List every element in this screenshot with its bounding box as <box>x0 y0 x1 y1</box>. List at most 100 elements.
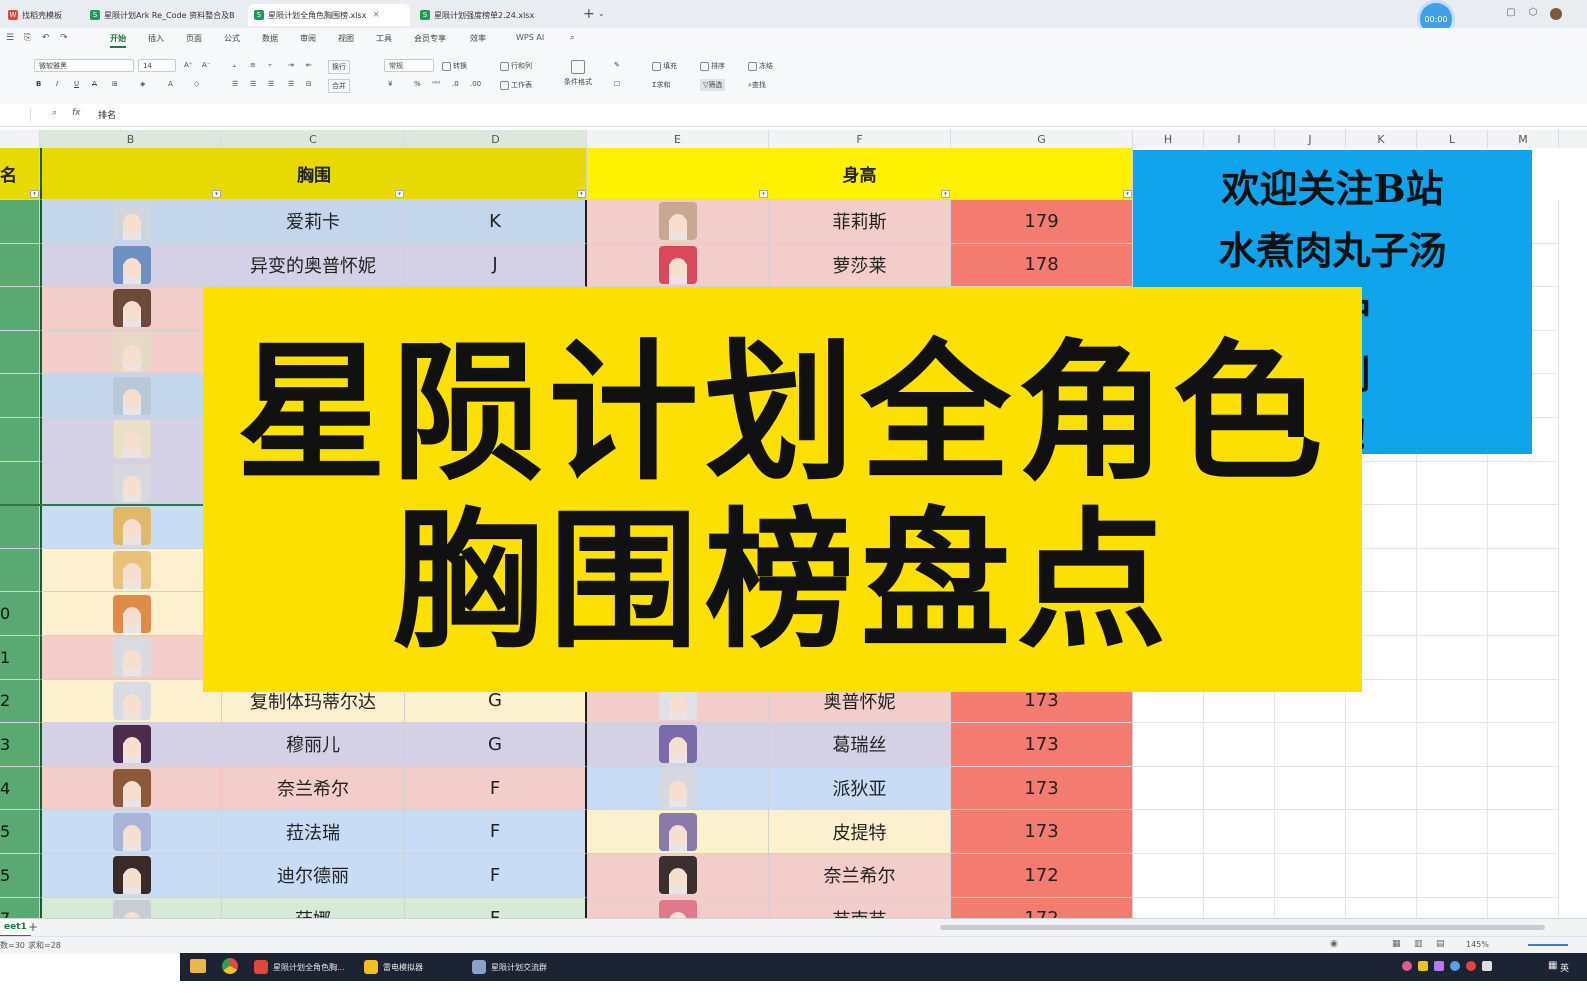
rank-cell[interactable] <box>0 243 40 288</box>
height-name-cell[interactable]: 派狄亚 <box>769 766 951 811</box>
wps-ai-button[interactable]: WPS AI <box>516 33 544 42</box>
rank-cell[interactable]: 4 <box>0 766 40 811</box>
file-icon[interactable]: ☰ <box>6 33 14 43</box>
tab-strength-ranking[interactable]: S 星陨计划强度榜单2.24.xlsx <box>414 4 574 26</box>
bust-name-cell[interactable]: 穆丽儿 <box>222 723 405 767</box>
bust-avatar-cell[interactable] <box>40 461 222 506</box>
filter-dropdown-icon[interactable]: ▾ <box>759 190 768 198</box>
height-avatar-cell[interactable] <box>587 766 769 811</box>
bust-avatar-cell[interactable] <box>40 897 222 918</box>
taskbar-emulator[interactable]: 雷电模拟器 <box>364 957 423 977</box>
find-button[interactable]: ⌕ 查找 <box>748 80 766 90</box>
rank-cell[interactable]: 0 <box>0 592 40 636</box>
empty-cell[interactable] <box>1346 723 1417 767</box>
column-h-header[interactable]: H <box>1133 130 1204 148</box>
sum-button[interactable]: Σ 求和 <box>652 80 670 90</box>
bust-name-cell[interactable]: 菈娜 <box>222 897 405 918</box>
justify-icon[interactable]: ☰ <box>288 80 294 88</box>
file-explorer-icon[interactable] <box>190 959 206 973</box>
empty-cell[interactable] <box>1488 766 1559 811</box>
undo-icon[interactable]: ↶ <box>42 33 50 43</box>
cup-size-cell[interactable]: F <box>405 897 587 918</box>
empty-cell[interactable] <box>1488 636 1559 680</box>
empty-cell[interactable] <box>1204 723 1275 767</box>
bust-name-cell[interactable]: 异变的奥普怀妮 <box>222 243 405 288</box>
height-value-cell[interactable]: 178 <box>951 243 1133 288</box>
cup-size-cell[interactable]: G <box>405 723 587 767</box>
bust-avatar-cell[interactable] <box>40 243 222 288</box>
bust-avatar-cell[interactable] <box>40 374 222 418</box>
empty-cell[interactable] <box>1133 854 1204 898</box>
empty-cell[interactable] <box>1133 897 1204 918</box>
height-header[interactable]: 身高 <box>587 148 1133 200</box>
border-icon[interactable]: ⊞ <box>112 80 118 88</box>
window-layout-icon[interactable]: ▢ <box>1506 8 1516 18</box>
empty-cell[interactable] <box>1275 854 1346 898</box>
style-icon[interactable]: ✎ <box>614 61 620 69</box>
grid-icon[interactable]: ▦ <box>1548 960 1557 971</box>
empty-cell[interactable] <box>1133 723 1204 767</box>
rank-cell[interactable]: 2 <box>0 679 40 724</box>
decrease-font-icon[interactable]: A⁻ <box>202 61 210 69</box>
empty-cell[interactable] <box>1417 461 1488 506</box>
eye-icon[interactable]: ◉ <box>1330 939 1338 949</box>
italic-icon[interactable]: I <box>56 80 58 88</box>
empty-cell[interactable] <box>1417 592 1488 636</box>
rank-cell[interactable]: 1 <box>0 636 40 680</box>
wrap-button[interactable]: 换行 <box>328 60 350 74</box>
cup-size-cell[interactable]: F <box>405 854 587 898</box>
bust-name-cell[interactable]: 迪尔德丽 <box>222 854 405 898</box>
tab-bust-ranking[interactable]: S 星陨计划全角色胸围榜.xlsx × <box>248 4 410 26</box>
filter-dropdown-icon[interactable]: ▾ <box>30 190 39 198</box>
height-avatar-cell[interactable] <box>587 243 769 288</box>
empty-cell[interactable] <box>1204 854 1275 898</box>
thousands-icon[interactable]: ⁰⁰⁰ <box>432 80 440 88</box>
bust-avatar-cell[interactable] <box>40 766 222 811</box>
height-avatar-cell[interactable] <box>587 200 769 244</box>
rank-cell[interactable] <box>0 374 40 418</box>
formula-input[interactable]: 排名 <box>98 108 116 121</box>
empty-cell[interactable] <box>1488 810 1559 854</box>
column-k-header[interactable]: K <box>1346 130 1417 148</box>
height-name-cell[interactable]: 菲莉斯 <box>769 200 951 244</box>
function-icon[interactable]: fx <box>72 108 81 118</box>
height-value-cell[interactable]: 173 <box>951 723 1133 767</box>
empty-cell[interactable] <box>1133 810 1204 854</box>
cup-size-cell[interactable]: F <box>405 766 587 811</box>
height-name-cell[interactable]: 苗南苗 <box>769 897 951 918</box>
height-value-cell[interactable]: 173 <box>951 766 1133 811</box>
empty-cell[interactable] <box>1488 679 1559 724</box>
zoom-slider[interactable] <box>1528 944 1568 946</box>
align-center-icon[interactable]: ☰ <box>250 80 256 88</box>
empty-cell[interactable] <box>1488 461 1559 506</box>
empty-cell[interactable] <box>1275 897 1346 918</box>
filter-button[interactable]: ▽ 筛选 <box>700 79 726 91</box>
close-icon[interactable]: × <box>372 10 380 20</box>
align-bottom-icon[interactable]: ⫟ <box>268 61 272 70</box>
bust-name-cell[interactable]: 爱莉卡 <box>222 200 405 244</box>
rank-cell[interactable]: 5 <box>0 810 40 854</box>
sort-button[interactable]: 排序 <box>700 61 725 71</box>
empty-cell[interactable] <box>1346 854 1417 898</box>
bust-avatar-cell[interactable] <box>40 418 222 462</box>
column-g-header[interactable]: G <box>951 130 1133 148</box>
cube-icon[interactable]: ⬡ <box>1528 8 1538 18</box>
menu-efficiency[interactable]: 效率 <box>470 33 486 44</box>
empty-cell[interactable] <box>1488 548 1559 593</box>
number-format-select[interactable]: 常规 <box>384 59 434 72</box>
bust-avatar-cell[interactable] <box>40 548 222 593</box>
align-right-icon[interactable]: ☰ <box>268 80 274 88</box>
empty-cell[interactable] <box>1275 766 1346 811</box>
align-top-icon[interactable]: ⫠ <box>232 61 236 70</box>
menu-formula[interactable]: 公式 <box>224 33 240 44</box>
menu-member[interactable]: 会员专享 <box>414 33 446 44</box>
rank-cell[interactable]: 5 <box>0 854 40 898</box>
menu-insert[interactable]: 插入 <box>148 33 164 44</box>
empty-cell[interactable] <box>1417 548 1488 593</box>
bust-header[interactable]: 胸围 <box>40 148 587 200</box>
empty-cell[interactable] <box>1417 810 1488 854</box>
tray-icons[interactable] <box>1402 961 1542 973</box>
align-middle-icon[interactable]: ≡ <box>250 61 256 69</box>
filter-dropdown-icon[interactable]: ▾ <box>1123 190 1132 198</box>
percent-icon[interactable]: % <box>414 80 421 88</box>
